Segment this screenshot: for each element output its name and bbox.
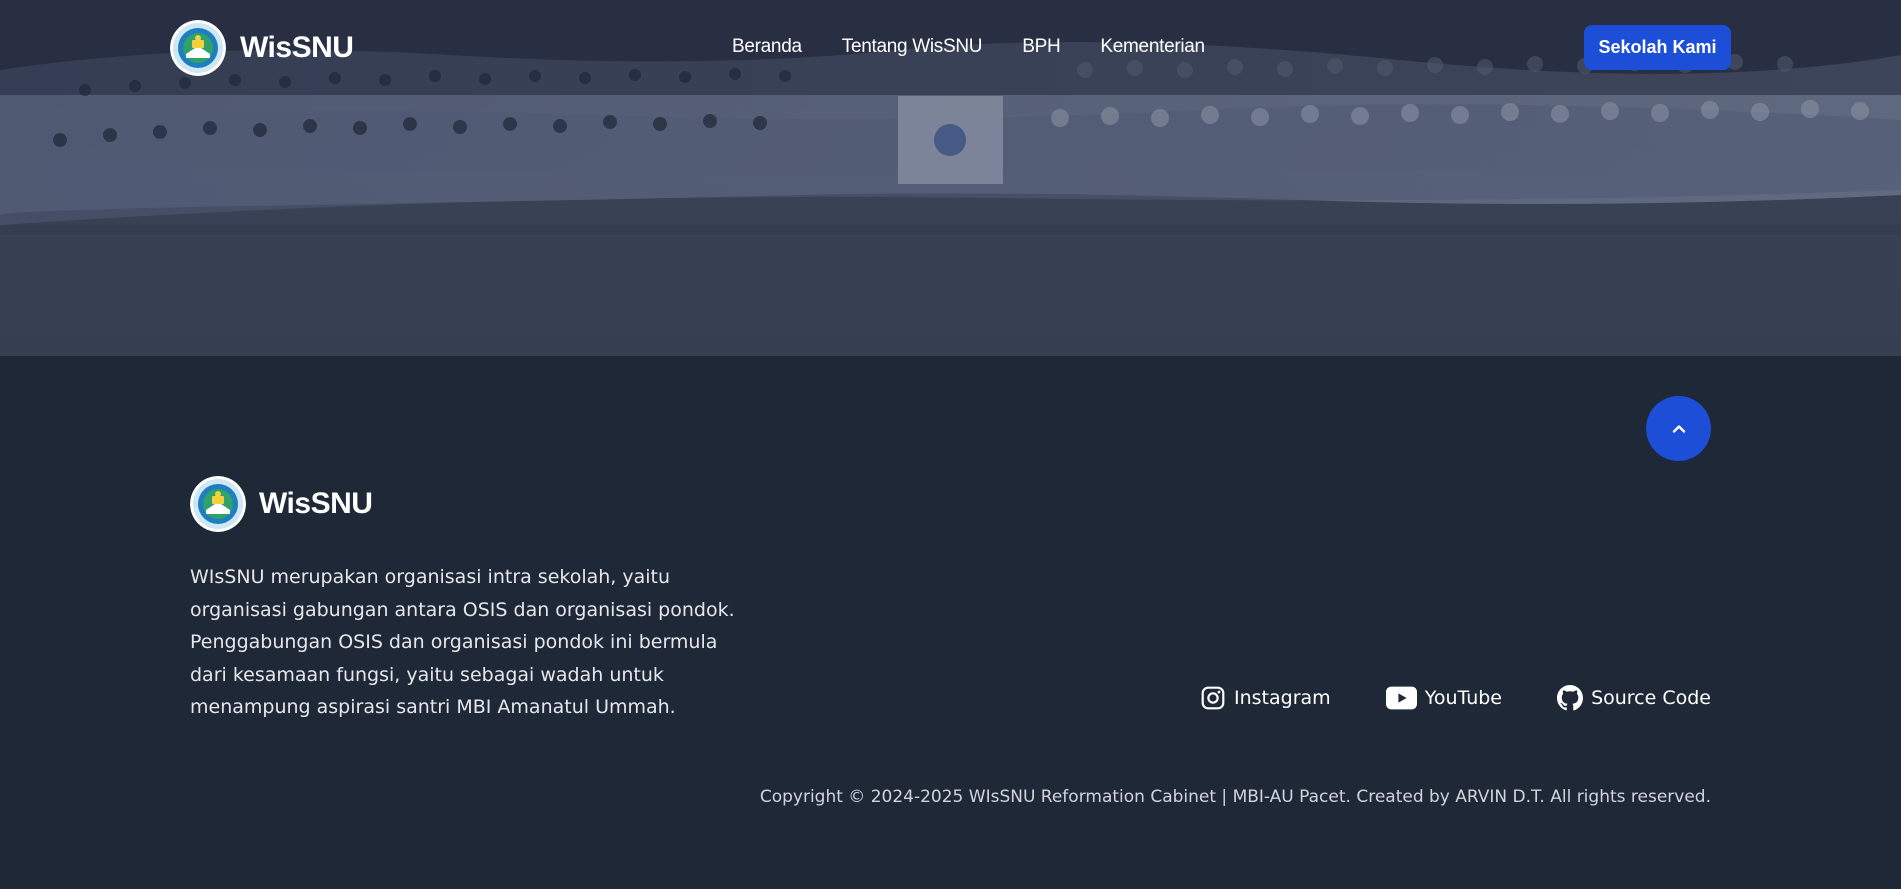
social-links: Instagram YouTube Source Code <box>1200 685 1711 711</box>
brand-home-link[interactable]: WisSNU <box>170 20 354 76</box>
nav-link-kementerian[interactable]: Kementerian <box>1100 36 1205 58</box>
scroll-to-top-button[interactable] <box>1646 396 1711 461</box>
source-code-link[interactable]: Source Code <box>1557 685 1711 711</box>
top-navbar: WisSNU Beranda Tentang WisSNU BPH Kement… <box>0 0 1901 95</box>
source-code-label: Source Code <box>1591 687 1711 709</box>
youtube-link[interactable]: YouTube <box>1385 686 1502 710</box>
copyright-text: Copyright © 2024-2025 WIsSNU Reformation… <box>759 787 1711 807</box>
chevron-up-icon <box>1672 424 1685 433</box>
instagram-link[interactable]: Instagram <box>1200 685 1331 711</box>
nav-link-tentang-wissnu[interactable]: Tentang WisSNU <box>842 36 983 58</box>
nav-links: Beranda Tentang WisSNU BPH Kementerian <box>732 36 1205 58</box>
footer-brand: WisSNU <box>190 476 373 532</box>
github-icon <box>1557 685 1584 711</box>
footer-brand-name: WisSNU <box>259 487 373 520</box>
instagram-icon <box>1201 686 1225 710</box>
wissnu-logo-icon <box>170 20 226 76</box>
youtube-icon <box>1385 686 1417 710</box>
brand-name: WisSNU <box>240 31 354 64</box>
wissnu-logo-icon <box>190 476 246 532</box>
nav-link-bph[interactable]: BPH <box>1022 36 1060 58</box>
instagram-label: Instagram <box>1234 687 1331 709</box>
nav-link-beranda[interactable]: Beranda <box>732 36 802 58</box>
site-footer: WisSNU WIsSNU merupakan organisasi intra… <box>0 356 1901 889</box>
sekolah-kami-button[interactable]: Sekolah Kami <box>1584 25 1731 70</box>
footer-description: WIsSNU merupakan organisasi intra sekola… <box>190 566 735 718</box>
youtube-label: YouTube <box>1424 687 1502 709</box>
